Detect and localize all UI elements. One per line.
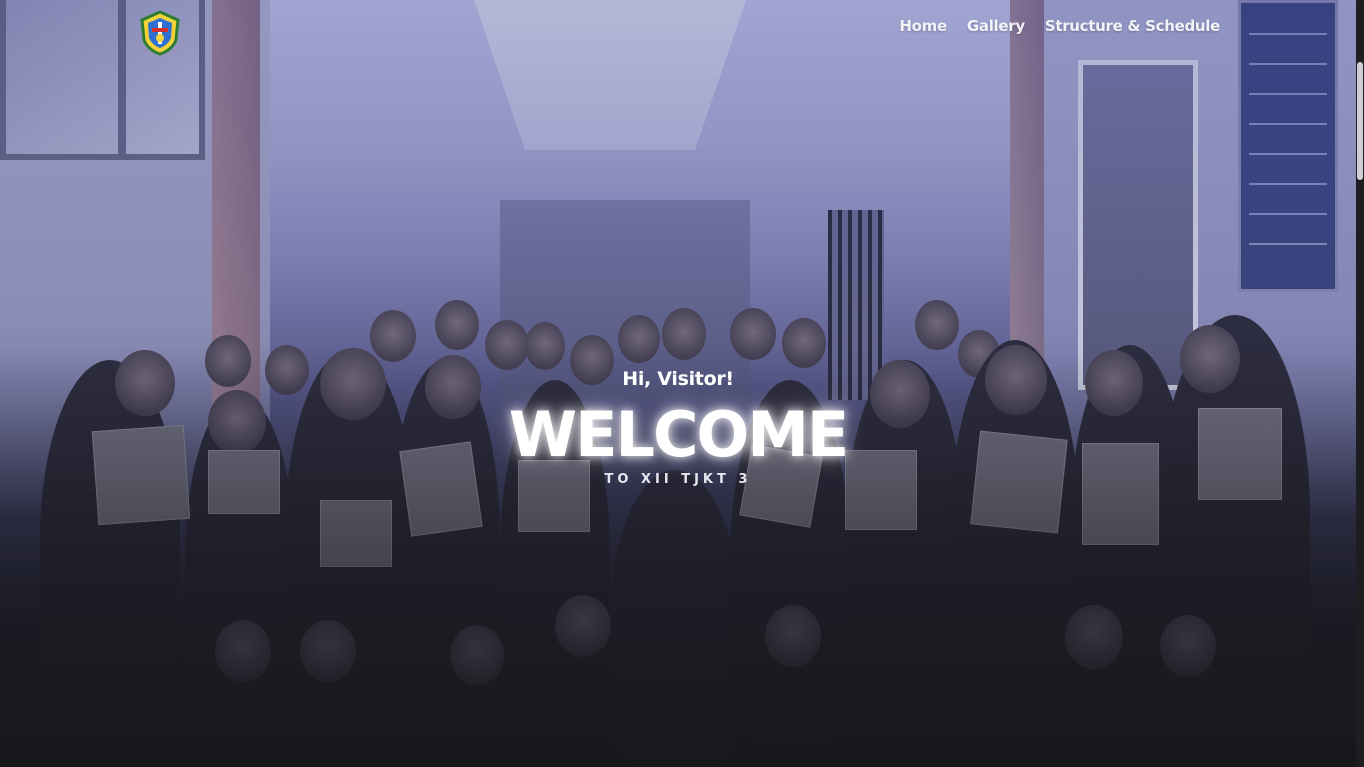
hero-section: Home Gallery Structure & Schedule Hi, Vi… — [0, 0, 1356, 767]
main-nav: Home Gallery Structure & Schedule — [899, 17, 1220, 35]
page-scrollbar[interactable] — [1356, 0, 1364, 767]
hero-greeting: Hi, Visitor! — [622, 368, 734, 390]
nav-home-link[interactable]: Home — [899, 17, 947, 35]
nav-structure-schedule-link[interactable]: Structure & Schedule — [1045, 17, 1220, 35]
scrollbar-thumb[interactable] — [1357, 62, 1363, 180]
hero-headline: WELCOME — [508, 398, 850, 471]
nav-gallery-link[interactable]: Gallery — [967, 17, 1025, 35]
school-logo[interactable] — [138, 10, 182, 56]
school-crest-icon — [140, 10, 180, 56]
hero-subtitle: TO XII TJKT 3 — [604, 472, 752, 487]
